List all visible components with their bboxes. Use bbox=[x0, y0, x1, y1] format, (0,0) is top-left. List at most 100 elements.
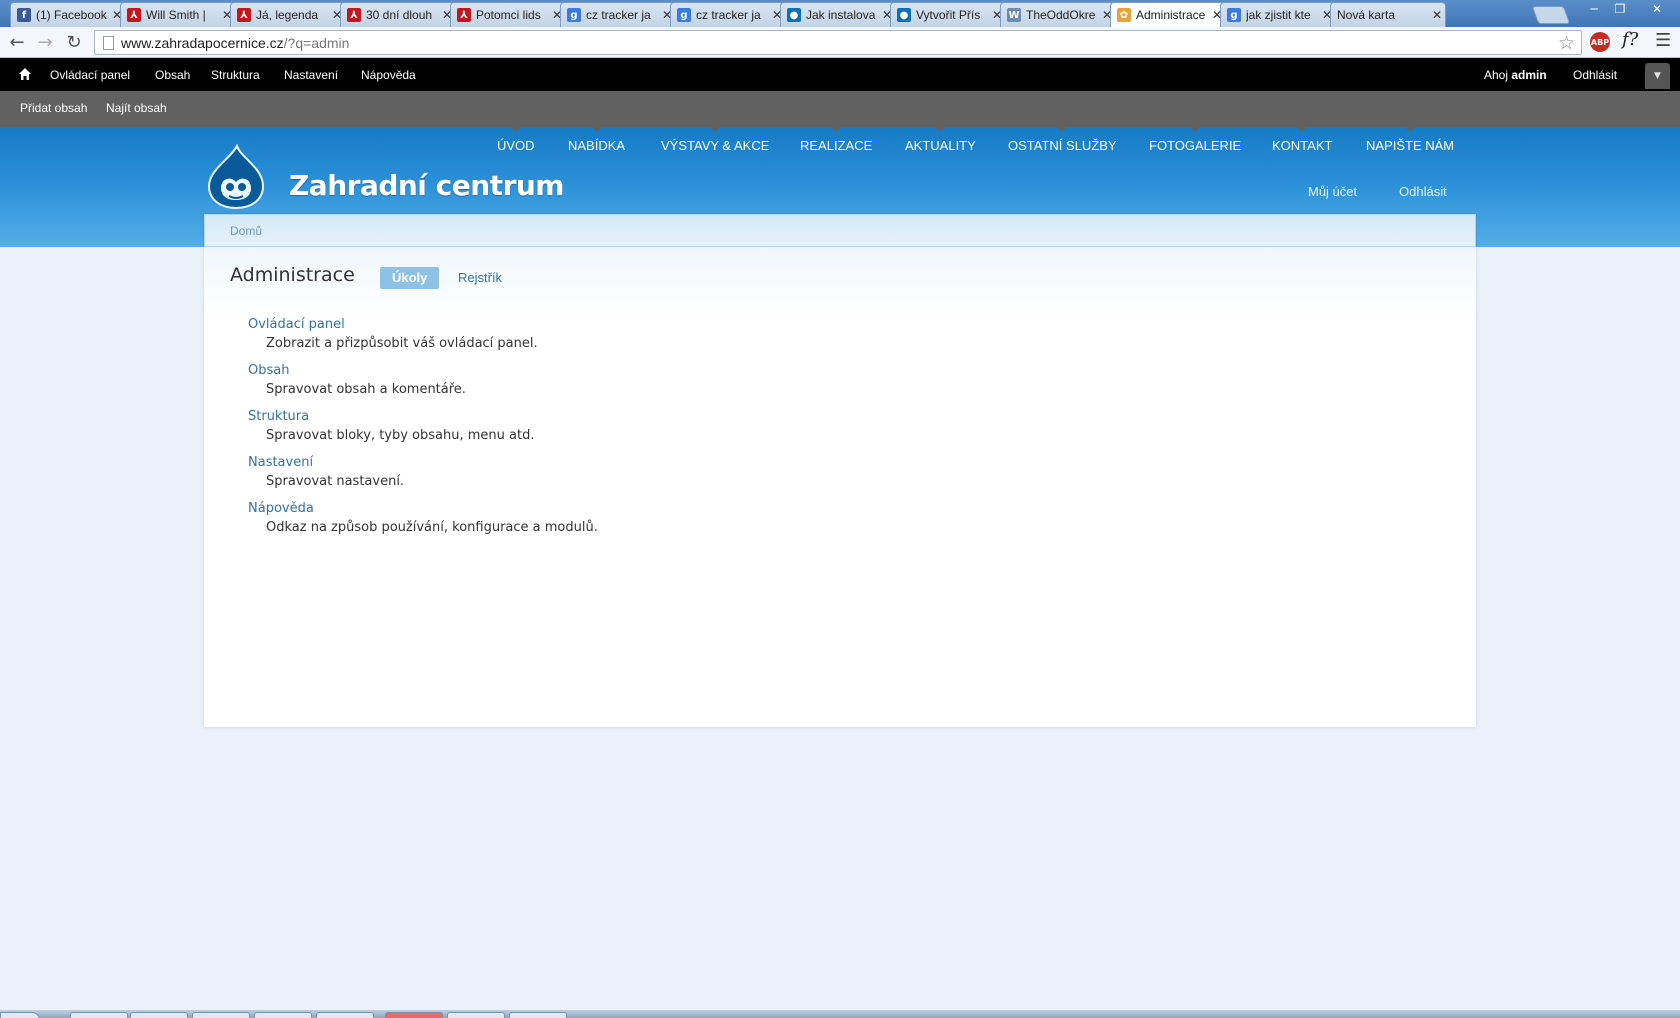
forward-arrow-icon[interactable]: → bbox=[33, 31, 57, 53]
browser-tab[interactable]: Nová karta ✕ bbox=[1330, 2, 1446, 27]
taskbar-item[interactable] bbox=[509, 1012, 567, 1018]
admin-link-structure[interactable]: Struktura bbox=[248, 409, 309, 424]
admin-item-description: Zobrazit a přizpůsobit váš ovládací pane… bbox=[266, 336, 538, 351]
toolbar-help[interactable]: Nápověda bbox=[361, 68, 416, 82]
browser-tab[interactable]: g cz tracker ja ✕ bbox=[560, 2, 676, 27]
taskbar-item[interactable] bbox=[130, 1012, 188, 1018]
shortcut-bar: Přidat obsah Najít obsah bbox=[0, 91, 1680, 127]
admin-item-description: Odkaz na způsob používání, konfigurace a… bbox=[266, 520, 598, 535]
toolbar-configuration[interactable]: Nastavení bbox=[284, 68, 338, 82]
adobe-reader-icon: ⅄ bbox=[237, 8, 251, 22]
google-icon: g bbox=[1227, 8, 1241, 22]
taskbar-item[interactable] bbox=[254, 1012, 312, 1018]
browser-tab[interactable]: ● Vytvořit Přís ✕ bbox=[890, 2, 1006, 27]
menu-item-write-us[interactable]: NAPIŠTE NÁM bbox=[1366, 127, 1454, 153]
page-title: Administrace bbox=[230, 264, 355, 286]
list-item: Nastavení Spravovat nastavení. bbox=[248, 455, 1148, 501]
back-arrow-icon[interactable]: ← bbox=[5, 31, 29, 53]
browser-tab[interactable]: ✿ Administrace ✕ bbox=[1110, 2, 1226, 27]
close-window-icon[interactable]: ✕ bbox=[1640, 0, 1674, 18]
browser-tab[interactable]: ● Jak instalova ✕ bbox=[780, 2, 896, 27]
admin-item-description: Spravovat nastavení. bbox=[266, 474, 405, 489]
google-icon: g bbox=[677, 8, 691, 22]
home-icon[interactable] bbox=[18, 67, 32, 81]
browser-tab-title: Potomci lids bbox=[476, 8, 541, 22]
breadcrumb-home-link[interactable]: Domů bbox=[230, 224, 262, 238]
drupal-logo-icon[interactable] bbox=[207, 144, 265, 210]
tab-tasks[interactable]: Úkoly bbox=[380, 267, 440, 289]
browser-tab[interactable]: ⅄ Will Smith | ✕ bbox=[120, 2, 236, 27]
menu-item-news[interactable]: AKTUALITY bbox=[905, 127, 976, 153]
browser-tab-title: cz tracker ja bbox=[586, 8, 651, 22]
browser-tab[interactable]: f (1) Facebook ✕ bbox=[10, 2, 126, 27]
menu-item-realizations[interactable]: REALIZACE bbox=[800, 127, 872, 153]
browser-tab-title: Vytvořit Přís bbox=[916, 8, 981, 22]
page-icon bbox=[103, 36, 114, 50]
menu-item-exhibitions[interactable]: VÝSTAVY & AKCE bbox=[661, 127, 769, 153]
menu-item-other-services[interactable]: OSTATNÍ SLUŽBY bbox=[1008, 127, 1117, 153]
taskbar-item[interactable] bbox=[192, 1012, 250, 1018]
bookmark-star-icon[interactable]: ☆ bbox=[1558, 32, 1575, 54]
url-text[interactable]: www.zahradapocernice.cz/?q=admin bbox=[121, 35, 349, 51]
reload-icon[interactable]: ↻ bbox=[62, 31, 86, 53]
restore-icon[interactable]: ❐ bbox=[1608, 0, 1632, 18]
admin-item-description: Spravovat obsah a komentáře. bbox=[266, 382, 466, 397]
toolbar-username[interactable]: admin bbox=[1511, 68, 1546, 82]
taskbar-item[interactable] bbox=[385, 1012, 443, 1018]
browser-navbar: ← → ↻ www.zahradapocernice.cz/?q=admin ☆… bbox=[0, 27, 1680, 58]
admin-link-help[interactable]: Nápověda bbox=[248, 501, 314, 516]
browser-tab[interactable]: g cz tracker ja ✕ bbox=[670, 2, 786, 27]
site-favicon-icon: ✿ bbox=[1117, 8, 1131, 22]
toolbar-dashboard[interactable]: Ovládací panel bbox=[50, 68, 130, 82]
site-name[interactable]: Zahradní centrum bbox=[289, 169, 564, 202]
browser-tab-title: Jak instalova bbox=[806, 8, 876, 22]
adobe-reader-icon: ⅄ bbox=[347, 8, 361, 22]
browser-tab[interactable]: ⅄ Já, legenda ✕ bbox=[230, 2, 346, 27]
admin-toolbar: Ovládací panel Obsah Struktura Nastavení… bbox=[0, 58, 1680, 91]
menu-item-gallery[interactable]: FOTOGALERIE bbox=[1149, 127, 1241, 153]
browser-tab[interactable]: W TheOddOkre ✕ bbox=[1000, 2, 1116, 27]
toolbar-content[interactable]: Obsah bbox=[155, 68, 190, 82]
taskbar-item[interactable] bbox=[316, 1012, 374, 1018]
adblock-plus-icon[interactable]: ABP bbox=[1590, 32, 1610, 52]
formula-extension-icon[interactable]: f? bbox=[1622, 29, 1638, 50]
browser-tab-title: Já, legenda bbox=[256, 8, 319, 22]
page-content: Domů Administrace Úkoly Rejstřík Ovládac… bbox=[204, 214, 1476, 727]
tab-index[interactable]: Rejstřík bbox=[458, 267, 502, 289]
admin-link-configuration[interactable]: Nastavení bbox=[248, 455, 313, 470]
browser-tab[interactable]: g jak zjistit kte ✕ bbox=[1220, 2, 1336, 27]
taskbar-item[interactable] bbox=[70, 1012, 128, 1018]
browser-tab-title: Administrace bbox=[1136, 8, 1206, 22]
admin-link-dashboard[interactable]: Ovládací panel bbox=[248, 317, 345, 332]
list-item: Ovládací panel Zobrazit a přizpůsobit vá… bbox=[248, 317, 1148, 363]
my-account-link[interactable]: Můj účet bbox=[1308, 184, 1357, 199]
shortcut-add-content[interactable]: Přidat obsah bbox=[20, 101, 87, 115]
toolbar-logout[interactable]: Odhlásit bbox=[1573, 68, 1617, 82]
facebook-icon: f bbox=[17, 8, 31, 22]
shortcut-find-content[interactable]: Najít obsah bbox=[106, 101, 167, 115]
minimize-icon[interactable]: ─ bbox=[1582, 0, 1606, 18]
new-tab-button[interactable] bbox=[1531, 6, 1571, 24]
drawer-toggle-icon[interactable]: ▼ bbox=[1645, 63, 1670, 89]
address-bar[interactable]: www.zahradapocernice.cz/?q=admin ☆ bbox=[94, 30, 1582, 55]
title-zone: Administrace Úkoly Rejstřík bbox=[204, 247, 1476, 317]
chrome-menu-icon[interactable]: ☰ bbox=[1655, 30, 1671, 51]
browser-tab[interactable]: ⅄ Potomci lids ✕ bbox=[450, 2, 566, 27]
menu-item-home[interactable]: ÚVOD bbox=[497, 127, 535, 153]
toolbar-structure[interactable]: Struktura bbox=[211, 68, 260, 82]
start-button[interactable] bbox=[0, 1012, 40, 1018]
taskbar-item[interactable] bbox=[447, 1012, 505, 1018]
browser-tab-title: cz tracker ja bbox=[696, 8, 761, 22]
breadcrumb: Domů bbox=[204, 214, 1476, 247]
adobe-reader-icon: ⅄ bbox=[457, 8, 471, 22]
browser-tab-title: jak zjistit kte bbox=[1246, 8, 1311, 22]
browser-tab-title: Will Smith | bbox=[146, 8, 206, 22]
browser-tab[interactable]: ⅄ 30 dní dlouh ✕ bbox=[340, 2, 456, 27]
admin-link-content[interactable]: Obsah bbox=[248, 363, 289, 378]
browser-tab-title: (1) Facebook bbox=[36, 8, 107, 22]
close-tab-icon[interactable]: ✕ bbox=[1429, 8, 1445, 22]
site-logout-link[interactable]: Odhlásit bbox=[1399, 184, 1447, 199]
menu-item-offer[interactable]: NABÍDKA bbox=[568, 127, 625, 153]
list-item: Nápověda Odkaz na způsob používání, konf… bbox=[248, 501, 1148, 547]
menu-item-contact[interactable]: KONTAKT bbox=[1272, 127, 1332, 153]
